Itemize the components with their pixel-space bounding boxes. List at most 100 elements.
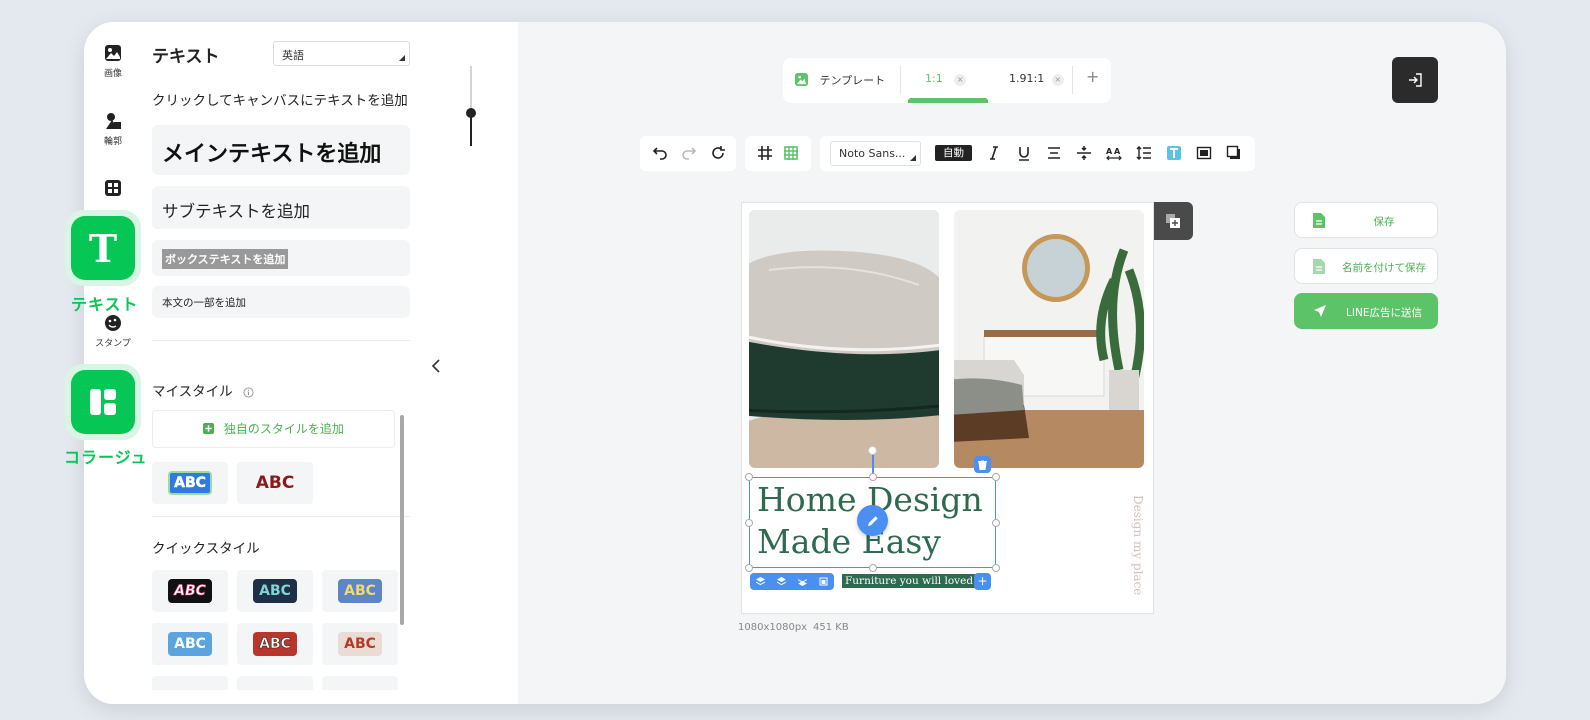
- text-panel: テキスト 英語 クリックしてキャンバスにテキストを追加 メインテキストを追加 サ…: [142, 22, 518, 704]
- svg-text:A: A: [1106, 147, 1113, 156]
- resize-handle[interactable]: [992, 564, 1000, 572]
- panel-hint: クリックしてキャンバスにテキストを追加: [152, 93, 408, 109]
- font-size-auto-button[interactable]: 自動: [935, 145, 972, 161]
- language-select[interactable]: 英語: [273, 41, 410, 66]
- refresh-icon[interactable]: [710, 145, 726, 161]
- save-as-button[interactable]: 名前を付けて保存: [1294, 248, 1438, 284]
- add-own-style-label: 独自のスタイルを追加: [223, 422, 344, 436]
- add-own-style-button[interactable]: 独自のスタイルを追加: [152, 410, 395, 448]
- pillows-illustration: [749, 210, 939, 468]
- resize-handle[interactable]: [745, 519, 753, 527]
- vertical-text[interactable]: Design my place: [1131, 495, 1145, 595]
- svg-text:A: A: [1114, 147, 1121, 156]
- exit-button[interactable]: [1392, 57, 1438, 103]
- style-preview: ABC: [338, 579, 382, 603]
- rail-item-layout[interactable]: [84, 179, 142, 201]
- italic-icon[interactable]: [986, 145, 1002, 161]
- panel-title: テキスト: [152, 47, 220, 67]
- resize-handle[interactable]: [992, 519, 1000, 527]
- resize-handle[interactable]: [745, 473, 753, 481]
- rotate-handle[interactable]: [868, 446, 877, 455]
- undo-icon[interactable]: [652, 145, 668, 161]
- rail-item-label: 輪郭: [103, 137, 122, 147]
- layer-controls: [750, 573, 834, 590]
- style-preview: ABC: [338, 632, 382, 656]
- layer-send-backward-icon[interactable]: [798, 577, 807, 586]
- quick-style-tile[interactable]: ABC: [322, 570, 398, 612]
- quick-style-tile[interactable]: ABC: [152, 623, 228, 665]
- align-center-icon[interactable]: [1046, 145, 1062, 161]
- underline-icon[interactable]: [1016, 145, 1032, 161]
- close-icon[interactable]: ×: [954, 74, 967, 86]
- pillows-photo[interactable]: [749, 210, 939, 468]
- image-icon: [105, 45, 121, 61]
- canvas-file-size: 451 KB: [813, 622, 849, 633]
- quick-style-tile[interactable]: [322, 676, 398, 690]
- quick-style-tile[interactable]: [152, 676, 228, 690]
- layer-bring-forward-icon[interactable]: [777, 577, 786, 586]
- redo-icon[interactable]: [681, 145, 697, 161]
- tab-ratio-1-1[interactable]: 1:1 ×: [925, 72, 967, 86]
- tab-ratio-191[interactable]: 1.91:1 ×: [1009, 72, 1064, 86]
- style-preview: ABC: [253, 632, 297, 656]
- quick-style-tile[interactable]: ABC: [152, 570, 228, 612]
- layer-send-back-icon[interactable]: [819, 577, 828, 586]
- bedroom-photo[interactable]: [954, 210, 1144, 468]
- tagline-text[interactable]: Furniture you will loved: [842, 574, 977, 588]
- text-box-icon[interactable]: [1196, 145, 1212, 161]
- snap-grid-icon[interactable]: [783, 145, 799, 161]
- document-icon: [1313, 259, 1325, 274]
- tab-template[interactable]: テンプレート: [795, 72, 885, 88]
- active-tab-indicator: [908, 98, 988, 103]
- delete-element-button[interactable]: [974, 456, 991, 473]
- text-color-icon[interactable]: [1166, 145, 1182, 161]
- my-style-tile[interactable]: ABC: [237, 462, 313, 504]
- layer-bring-front-icon[interactable]: [756, 577, 765, 586]
- divider: [152, 516, 410, 517]
- history-toolbar: [640, 136, 736, 171]
- hash-grid-icon[interactable]: [757, 145, 773, 161]
- quick-style-title: クイックスタイル: [152, 541, 260, 557]
- close-icon[interactable]: ×: [1051, 74, 1064, 86]
- line-height-icon[interactable]: [1136, 145, 1152, 161]
- stamp-icon: [105, 315, 121, 331]
- resize-handle[interactable]: [869, 564, 877, 572]
- quick-style-tile[interactable]: ABC: [237, 570, 313, 612]
- save-button[interactable]: 保存: [1294, 202, 1438, 238]
- rail-item-shape[interactable]: 輪郭: [84, 112, 142, 147]
- tab-ratio-191-label: 1.91:1: [1009, 72, 1045, 85]
- add-box-text-button[interactable]: ボックステキストを追加: [152, 240, 410, 276]
- add-main-text-button[interactable]: メインテキストを追加: [152, 125, 410, 175]
- rail-item-stamp[interactable]: スタンプ: [84, 314, 142, 349]
- quick-style-tile[interactable]: ABC: [237, 623, 313, 665]
- vertical-align-icon[interactable]: [1076, 145, 1092, 161]
- edit-text-button[interactable]: [857, 505, 888, 536]
- shadow-icon[interactable]: [1226, 145, 1242, 161]
- add-body-text-button[interactable]: 本文の一部を追加: [152, 286, 410, 318]
- resize-handle[interactable]: [992, 473, 1000, 481]
- add-sub-text-button[interactable]: サブテキストを追加: [152, 186, 410, 229]
- rail-item-label: 画像: [103, 69, 122, 79]
- collage-tool-button[interactable]: [65, 364, 141, 440]
- document-icon: [1313, 213, 1325, 228]
- rail-item-image[interactable]: 画像: [84, 44, 142, 79]
- trash-icon: [978, 459, 987, 470]
- design-canvas[interactable]: Home Design Made Easy Furniture you will…: [741, 202, 1154, 614]
- send-to-line-button[interactable]: LINE広告に送信: [1294, 293, 1438, 329]
- duplicate-page-button[interactable]: [1154, 202, 1193, 240]
- quick-style-tile[interactable]: [237, 676, 313, 690]
- template-image-icon: [795, 73, 808, 86]
- my-style-tile[interactable]: ABC: [152, 462, 228, 504]
- text-tool-button[interactable]: T: [65, 210, 141, 286]
- add-tab-button[interactable]: +: [1086, 67, 1099, 86]
- plus-icon: +: [977, 574, 988, 588]
- font-family-select[interactable]: Noto Sans...: [830, 141, 921, 166]
- panel-scrollbar[interactable]: [400, 415, 404, 625]
- info-icon[interactable]: [243, 386, 254, 398]
- resize-handle[interactable]: [745, 564, 753, 572]
- quick-style-tile[interactable]: ABC: [322, 623, 398, 665]
- add-element-button[interactable]: +: [974, 573, 991, 590]
- zoom-slider-handle[interactable]: [466, 108, 476, 118]
- letter-spacing-icon[interactable]: AA: [1106, 145, 1122, 161]
- save-as-label: 名前を付けて保存: [1342, 262, 1426, 274]
